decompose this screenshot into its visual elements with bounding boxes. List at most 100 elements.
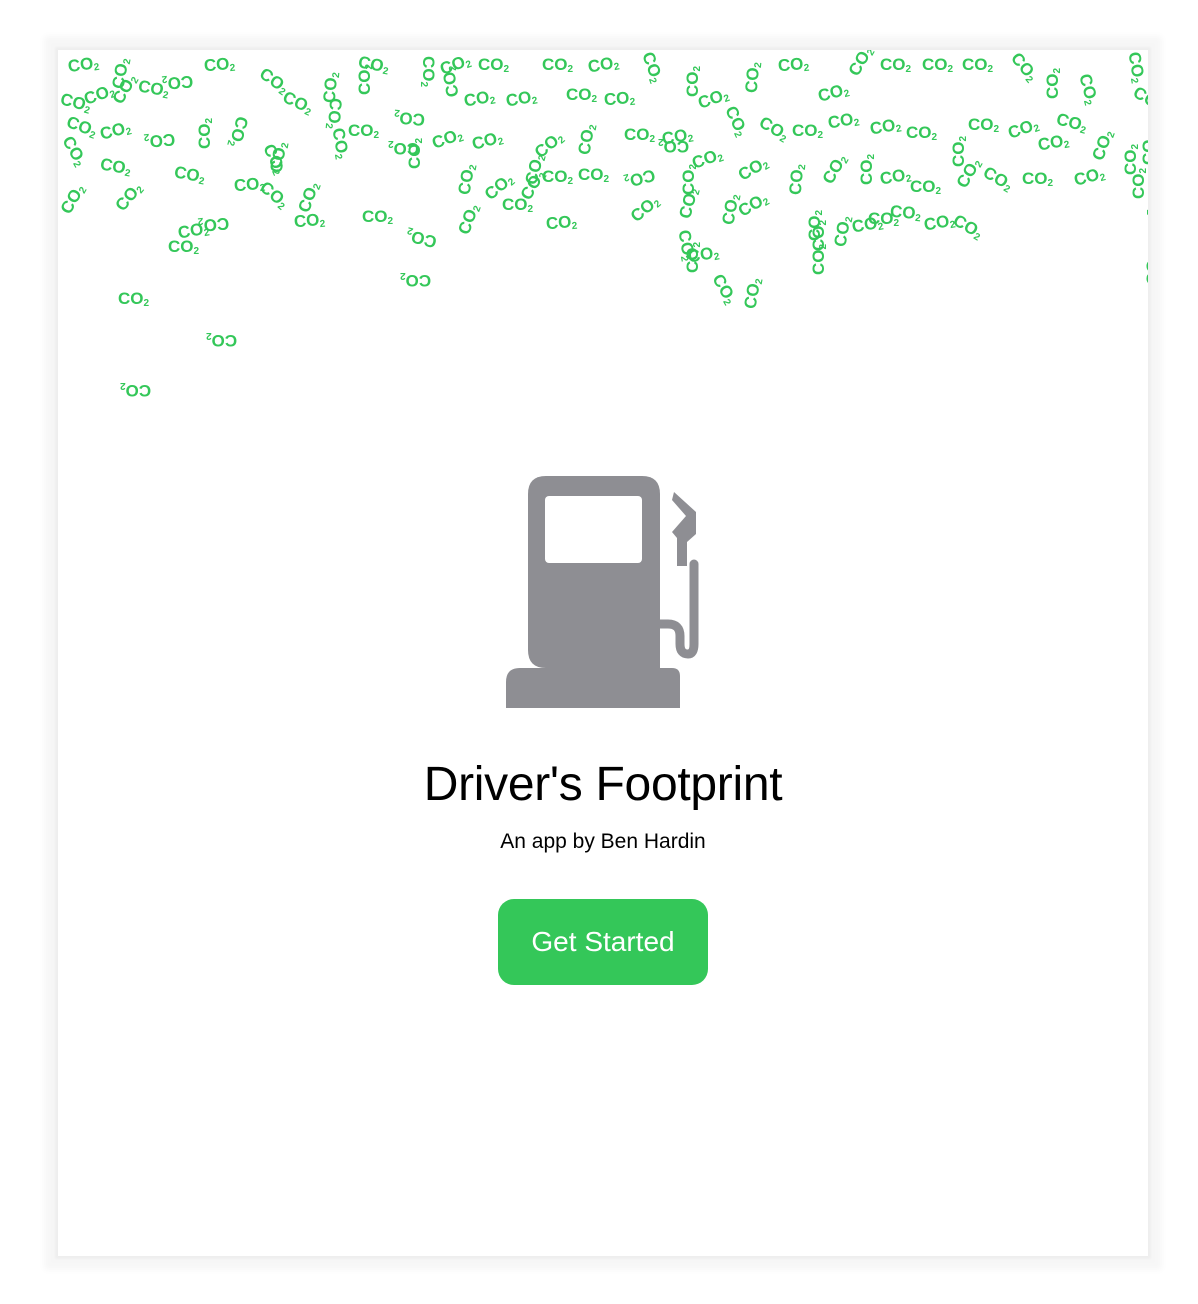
co2-glyph-subscript: 2 (914, 212, 922, 225)
co2-glyph-letters: CO (675, 191, 701, 221)
co2-glyph-letters: CO (469, 128, 500, 154)
co2-glyph-letters: CO (708, 270, 738, 303)
co2-glyph-letters: CO (202, 213, 230, 235)
co2-glyph: CO2 (454, 202, 483, 238)
co2-glyph: CO2 (962, 56, 993, 75)
co2-glyph-subscript: 2 (1052, 67, 1064, 74)
get-started-button[interactable]: Get Started (498, 899, 708, 985)
co2-glyph-letters: CO (910, 177, 936, 196)
co2-glyph: CO2 (112, 179, 147, 215)
co2-glyph-subscript: 2 (567, 64, 574, 75)
co2-glyph-letters: CO (125, 381, 152, 400)
co2-glyph-letters: CO (172, 162, 202, 186)
co2-glyph-subscript: 2 (1127, 77, 1140, 85)
co2-glyph: CO2 (1005, 115, 1041, 143)
co2-glyph: CO2 (792, 122, 823, 141)
co2-glyph-letters: CO (660, 125, 689, 149)
co2-glyph-letters: CO (1124, 50, 1148, 79)
co2-glyph-letters: CO (256, 177, 288, 209)
co2-glyph: CO2 (708, 270, 740, 308)
co2-glyph: CO2 (168, 238, 199, 257)
co2-glyph-subscript: 2 (456, 132, 466, 146)
co2-glyph-subscript: 2 (302, 106, 313, 119)
co2-glyph-subscript: 2 (1130, 143, 1142, 150)
co2-glyph-subscript: 2 (82, 104, 91, 117)
co2-glyph-letters: CO (695, 86, 726, 113)
co2-glyph-letters: CO (1129, 82, 1148, 112)
co2-glyph-letters: CO (566, 85, 592, 104)
co2-glyph-subscript: 2 (893, 218, 900, 229)
co2-glyph-subscript: 2 (269, 167, 282, 178)
co2-glyph: CO2 (348, 122, 379, 141)
co2-glyph: CO2 (521, 152, 548, 187)
co2-glyph: CO2 (545, 212, 578, 235)
co2-glyph: CO2 (686, 243, 720, 267)
co2-glyph-subscript: 2 (752, 61, 765, 69)
co2-glyph-letters: CO (211, 331, 238, 350)
co2-glyph-letters: CO (166, 71, 194, 93)
co2-glyph-letters: CO (393, 139, 420, 158)
co2-glyph-subscript: 2 (124, 126, 133, 139)
co2-glyph-letters: CO (419, 55, 439, 82)
co2-glyph: CO2 (462, 87, 496, 111)
co2-glyph-subscript: 2 (905, 64, 912, 75)
co2-glyph-letters: CO (203, 54, 231, 76)
co2-glyph: CO2 (437, 51, 473, 79)
co2-glyph-subscript: 2 (206, 330, 212, 341)
co2-glyph-subscript: 2 (935, 186, 942, 197)
co2-glyph-subscript: 2 (777, 133, 788, 146)
co2-glyph-letters: CO (844, 50, 874, 80)
co2-glyph-subscript: 2 (1022, 74, 1035, 86)
co2-glyph: CO2 (481, 170, 518, 205)
co2-glyph-subscript: 2 (895, 123, 903, 136)
co2-glyph-letters: CO (226, 114, 252, 144)
co2-glyph-subscript: 2 (279, 141, 292, 150)
co2-glyph-letters: CO (949, 141, 969, 168)
co2-glyph-subscript: 2 (993, 124, 1000, 135)
co2-glyph-letters: CO (462, 87, 491, 111)
co2-glyph-subscript: 2 (692, 65, 704, 72)
co2-glyph-subscript: 2 (722, 92, 732, 106)
co2-glyph: CO2 (357, 52, 391, 77)
co2-glyph: CO2 (197, 213, 230, 235)
co2-glyph: CO2 (720, 103, 750, 140)
co2-glyph-subscript: 2 (690, 188, 703, 197)
co2-glyph: CO2 (118, 290, 149, 309)
co2-glyph-letters: CO (683, 71, 703, 98)
co2-glyph-letters: CO (718, 197, 742, 227)
co2-glyph-subscript: 2 (129, 75, 142, 86)
co2-glyph-subscript: 2 (603, 174, 610, 185)
co2-glyph: CO2 (323, 97, 346, 130)
co2-glyph-letters: CO (293, 210, 321, 232)
co2-glyph-subscript: 2 (720, 297, 733, 308)
co2-glyph-subscript: 2 (629, 96, 636, 109)
co2-glyph-letters: CO (868, 115, 897, 139)
co2-glyph-letters: CO (826, 109, 855, 133)
co2-glyph-letters: CO (626, 195, 659, 226)
co2-glyph-letters: CO (1088, 132, 1115, 164)
co2-glyph-subscript: 2 (839, 155, 852, 166)
co2-glyph-subscript: 2 (393, 106, 401, 119)
co2-glyph-subscript: 2 (387, 216, 394, 227)
co2-glyph-letters: CO (405, 143, 425, 170)
co2-glyph-subscript: 2 (1047, 178, 1054, 189)
co2-glyph-subscript: 2 (161, 72, 168, 85)
co2-glyph-subscript: 2 (1105, 130, 1118, 140)
co2-glyph: CO2 (137, 76, 171, 101)
co2-glyph-letters: CO (1036, 131, 1065, 155)
co2-glyph: CO2 (454, 163, 479, 197)
co2-glyph-letters: CO (1129, 173, 1148, 200)
co2-glyph-subscript: 2 (224, 138, 237, 147)
co2-glyph-subscript: 2 (622, 170, 631, 183)
co2-glyph-subscript: 2 (818, 243, 830, 250)
co2-glyph-letters: CO (1139, 139, 1148, 166)
co2-glyph: CO2 (922, 211, 956, 235)
co2-glyph-letters: CO (1121, 149, 1141, 176)
co2-glyph-subscript: 2 (373, 130, 380, 141)
co2-glyph-subscript: 2 (108, 88, 118, 102)
co2-glyph: CO2 (1129, 168, 1148, 200)
co2-glyph: CO2 (755, 113, 791, 146)
co2-glyph-letters: CO (734, 155, 767, 185)
co2-glyph: CO2 (1022, 170, 1053, 189)
co2-glyph: CO2 (258, 141, 288, 178)
